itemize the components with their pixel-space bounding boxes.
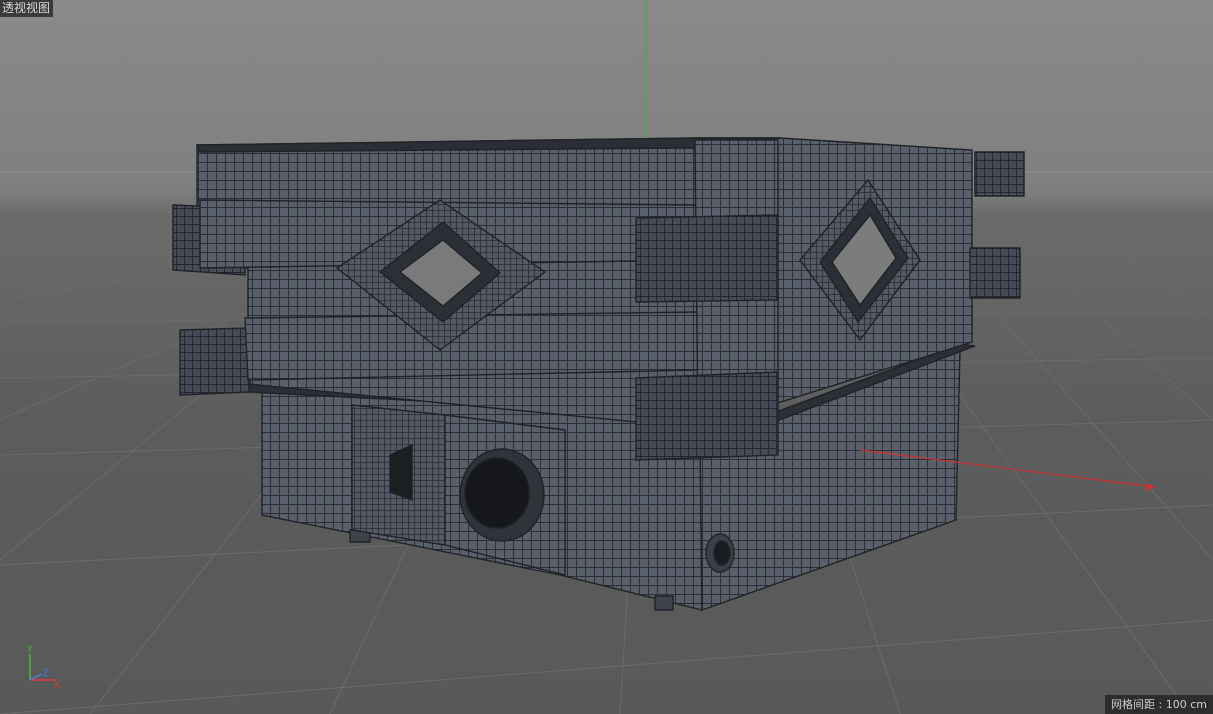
- viewport-perspective[interactable]: 透视视图 Y Z X 网格间距 : 100 cm: [0, 0, 1213, 714]
- axis-label-z: Z: [43, 669, 49, 679]
- viewport-title[interactable]: 透视视图: [0, 0, 54, 17]
- model-wireframe: [172, 137, 1025, 611]
- axis-label-y: Y: [26, 645, 33, 655]
- scene-canvas[interactable]: [0, 0, 1213, 714]
- axis-gizmo-icon: Y Z X: [26, 645, 60, 690]
- grid-spacing-status: 网格间距 : 100 cm: [1105, 695, 1213, 714]
- axis-label-x: X: [54, 681, 60, 690]
